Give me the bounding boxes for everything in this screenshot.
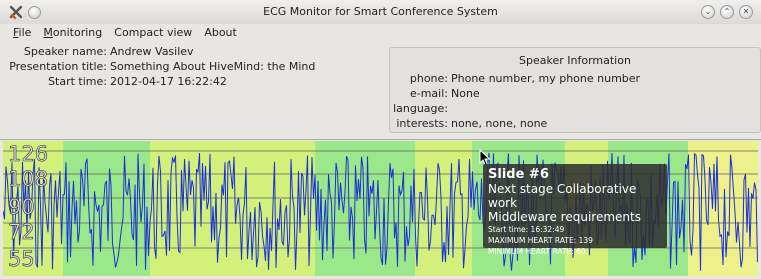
menubar: File Monitoring Compact view About [0, 24, 761, 42]
menu-monitoring[interactable]: Monitoring [37, 24, 108, 42]
slide-tooltip: Slide #6 Next stage Collaborative work M… [483, 164, 667, 256]
interests-label: interests: [396, 117, 448, 130]
y-tick-label-5: 55 [8, 247, 35, 271]
start-time-value: 2012-04-17 16:22:42 [110, 75, 227, 88]
window-title: ECG Monitor for Smart Conference System [263, 5, 498, 18]
slide-band-5[interactable] [315, 141, 415, 276]
tooltip-min-heart-rate: MINIMUM HEART RATE: 60 [488, 247, 586, 256]
start-time-label: Start time: [48, 75, 107, 88]
close-icon: ✕ [742, 7, 750, 16]
speaker-name-row: Speaker name: Andrew Vasilev [0, 44, 380, 59]
presentation-title-row: Presentation title: Something About Hive… [0, 59, 380, 74]
email-label: e-mail: [409, 87, 448, 100]
close-button[interactable]: ✕ [739, 5, 753, 19]
start-time-row: Start time: 2012-04-17 16:22:42 [0, 74, 380, 89]
phone-value: Phone number, my phone number [451, 72, 641, 85]
maximize-button[interactable]: ⌃ [720, 5, 734, 19]
y-tick-label-1: 126 [8, 142, 48, 166]
email-value: None [451, 87, 480, 100]
email-row: e-mail: None [390, 86, 760, 101]
chevron-up-icon: ⌃ [723, 7, 731, 16]
menu-monitoring-label: onitoring [52, 26, 103, 39]
presentation-info: Speaker name: Andrew Vasilev Presentatio… [0, 44, 380, 89]
y-tick-label-2: 108 [8, 167, 48, 191]
menu-about[interactable]: About [198, 24, 243, 42]
language-row: language: [390, 101, 760, 116]
y-tick-label-4: 72 [8, 220, 35, 244]
minimize-button[interactable]: ⌄ [701, 5, 715, 19]
tooltip-line-1: Next stage Collaborative work [488, 182, 637, 210]
phone-label: phone: [409, 72, 448, 85]
interests-row: interests: none, none, none [390, 116, 760, 131]
presentation-title-value: Something About HiveMind: the Mind [110, 60, 316, 73]
chevron-down-icon: ⌄ [704, 7, 712, 16]
speaker-name-value: Andrew Vasilev [110, 45, 194, 58]
presentation-title-label: Presentation title: [9, 60, 107, 73]
speaker-name-label: Speaker name: [23, 45, 107, 58]
menu-compact-view[interactable]: Compact view [108, 24, 198, 42]
language-label: language: [393, 102, 448, 115]
tooltip-line-2: Middleware requirements [488, 210, 641, 224]
panel-title: Speaker Information [519, 54, 631, 67]
separator [0, 139, 761, 140]
menu-file[interactable]: File [0, 24, 37, 42]
tooltip-start-time: Start time: 16:32:49 [488, 225, 565, 234]
phone-row: phone: Phone number, my phone number [390, 71, 760, 86]
interests-value: none, none, none [451, 117, 548, 130]
tooltip-title: Slide #6 [488, 167, 549, 182]
speaker-information-panel: Speaker Information phone: Phone number,… [389, 47, 761, 133]
tooltip-max-heart-rate: MAXIMUM HEART RATE: 139 [488, 236, 593, 245]
menu-file-label: ile [18, 26, 32, 39]
y-tick-label-3: 90 [8, 195, 35, 219]
menu-monitoring-mnemonic: M [43, 26, 53, 39]
window-titlebar[interactable]: ECG Monitor for Smart Conference System … [0, 0, 761, 24]
